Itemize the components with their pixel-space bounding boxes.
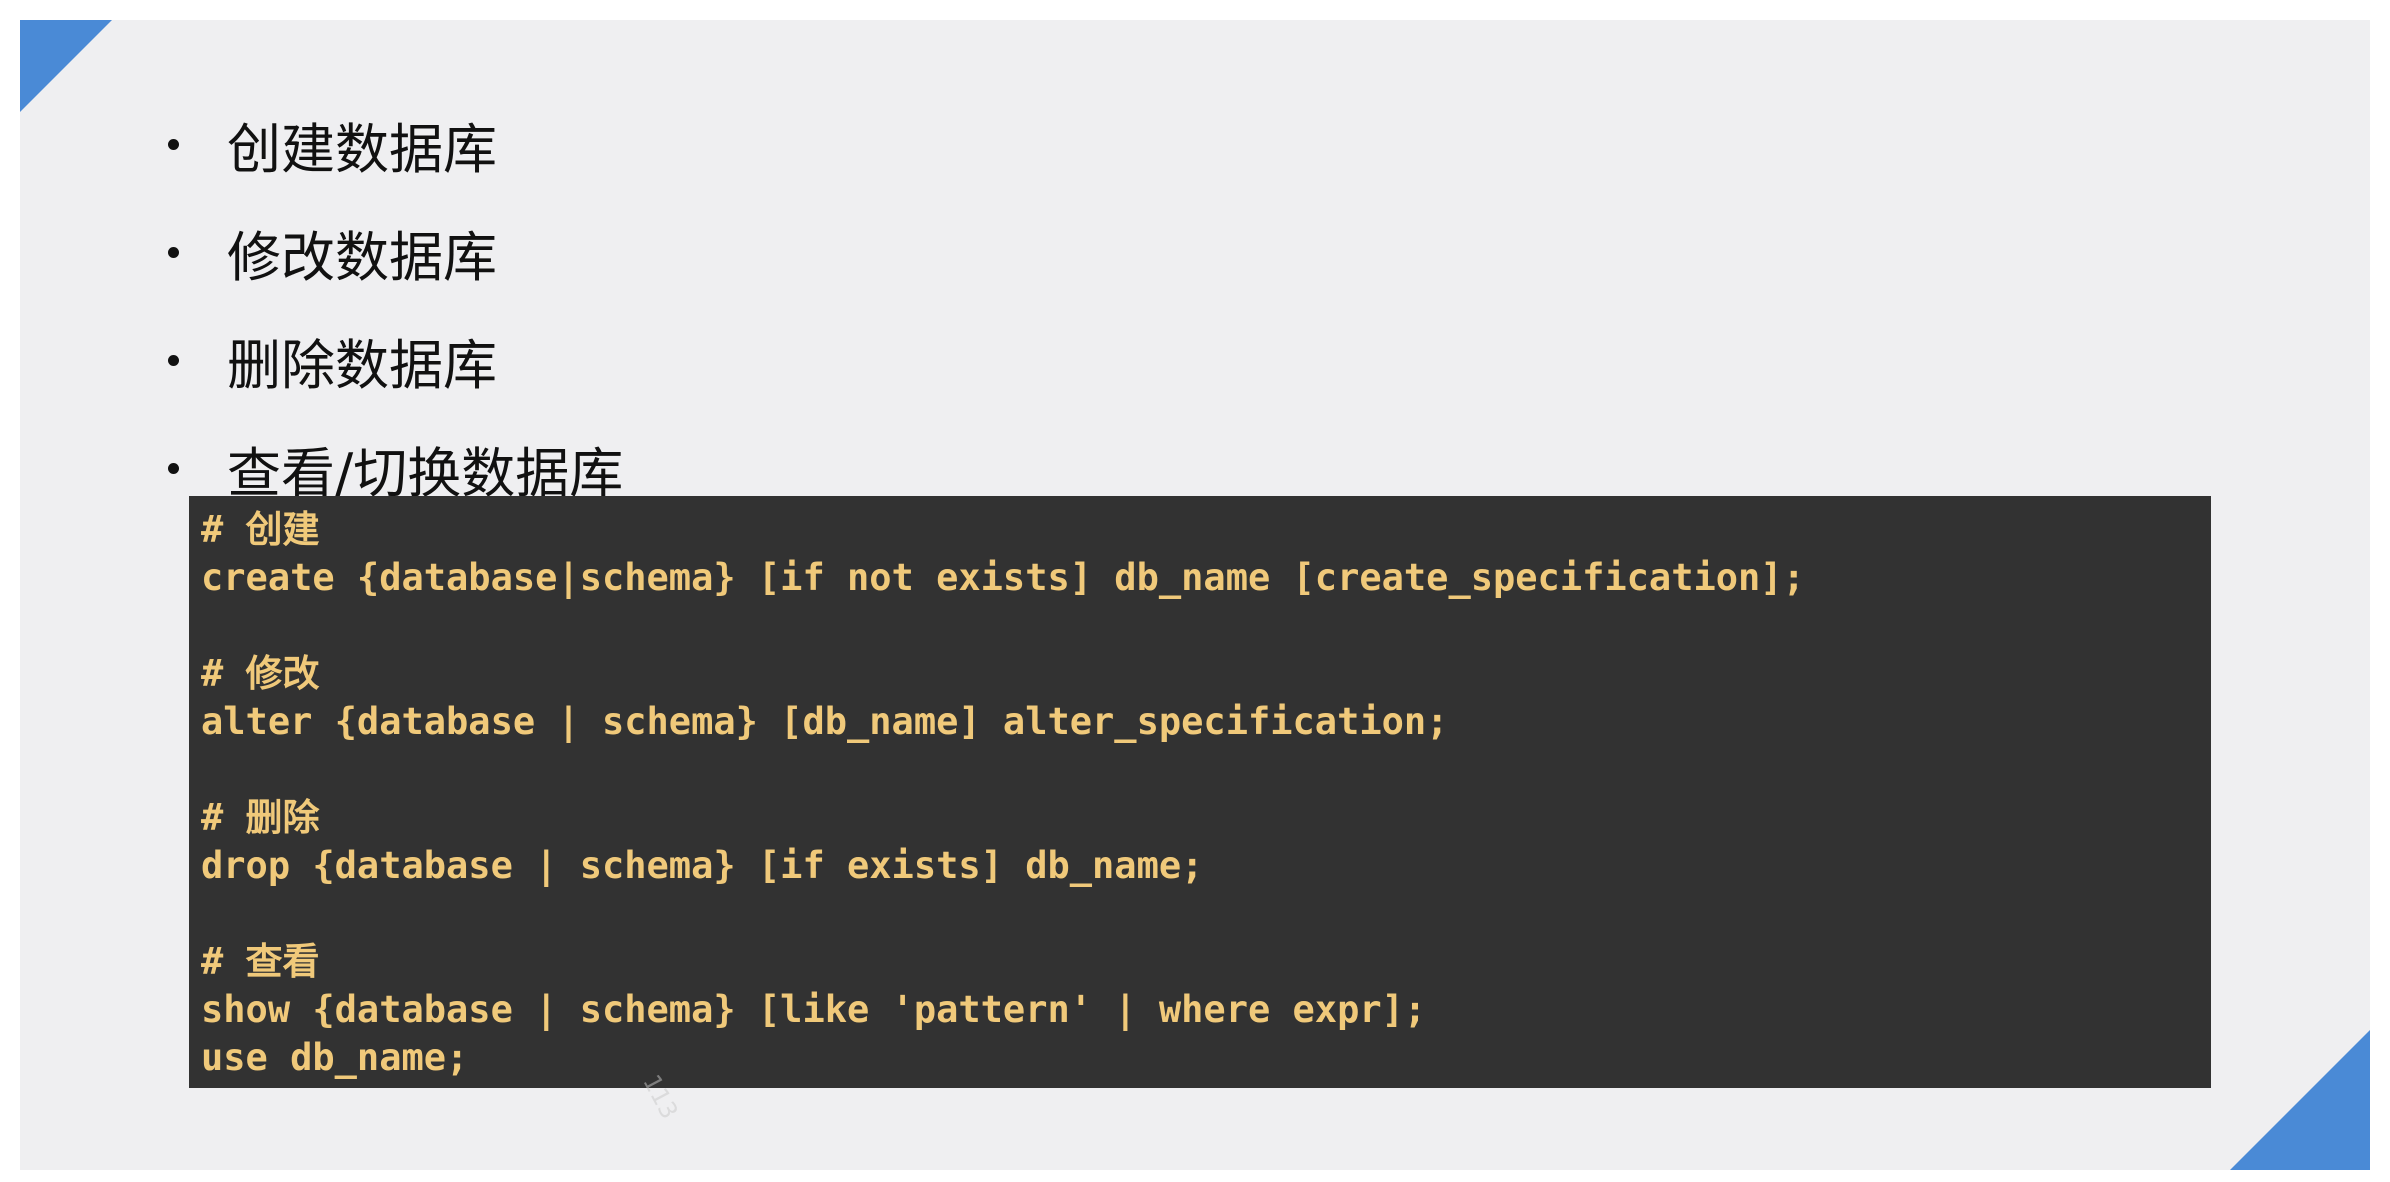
code-line: use db_name;	[201, 1036, 469, 1079]
code-line: create {database|schema} [if not exists]…	[201, 556, 1805, 599]
code-block: # 创建 create {database|schema} [if not ex…	[189, 496, 2211, 1088]
bullet-item: 修改数据库	[140, 198, 623, 306]
bullet-dot-icon	[168, 138, 179, 150]
code-section-drop: # 删除 drop {database | schema} [if exists…	[201, 794, 2199, 890]
corner-decoration-bottom-right	[2230, 1030, 2370, 1170]
code-line: alter {database | schema} [db_name] alte…	[201, 700, 1449, 743]
code-section-create: # 创建 create {database|schema} [if not ex…	[201, 506, 2199, 602]
code-section-alter: # 修改 alter {database | schema} [db_name]…	[201, 650, 2199, 746]
bullet-text: 删除数据库	[227, 333, 497, 397]
code-line: drop {database | schema} [if exists] db_…	[201, 844, 1204, 887]
bullet-dot-icon	[168, 462, 179, 474]
code-line: show {database | schema} [like 'pattern'…	[201, 988, 1427, 1031]
bullet-item: 删除数据库	[140, 306, 623, 414]
bullet-dot-icon	[168, 246, 179, 258]
code-comment: # 修改	[201, 652, 320, 695]
code-comment: # 删除	[201, 796, 320, 839]
code-section-show: # 查看 show {database | schema} [like 'pat…	[201, 938, 2199, 1082]
corner-decoration-top-left	[20, 20, 112, 112]
bullet-list: 创建数据库 修改数据库 删除数据库 查看/切换数据库	[140, 90, 623, 522]
code-comment: # 查看	[201, 940, 320, 983]
bullet-item: 创建数据库	[140, 90, 623, 198]
code-comment: # 创建	[201, 508, 320, 551]
bullet-text: 修改数据库	[227, 225, 497, 289]
bullet-dot-icon	[168, 354, 179, 366]
bullet-text: 创建数据库	[227, 117, 497, 181]
